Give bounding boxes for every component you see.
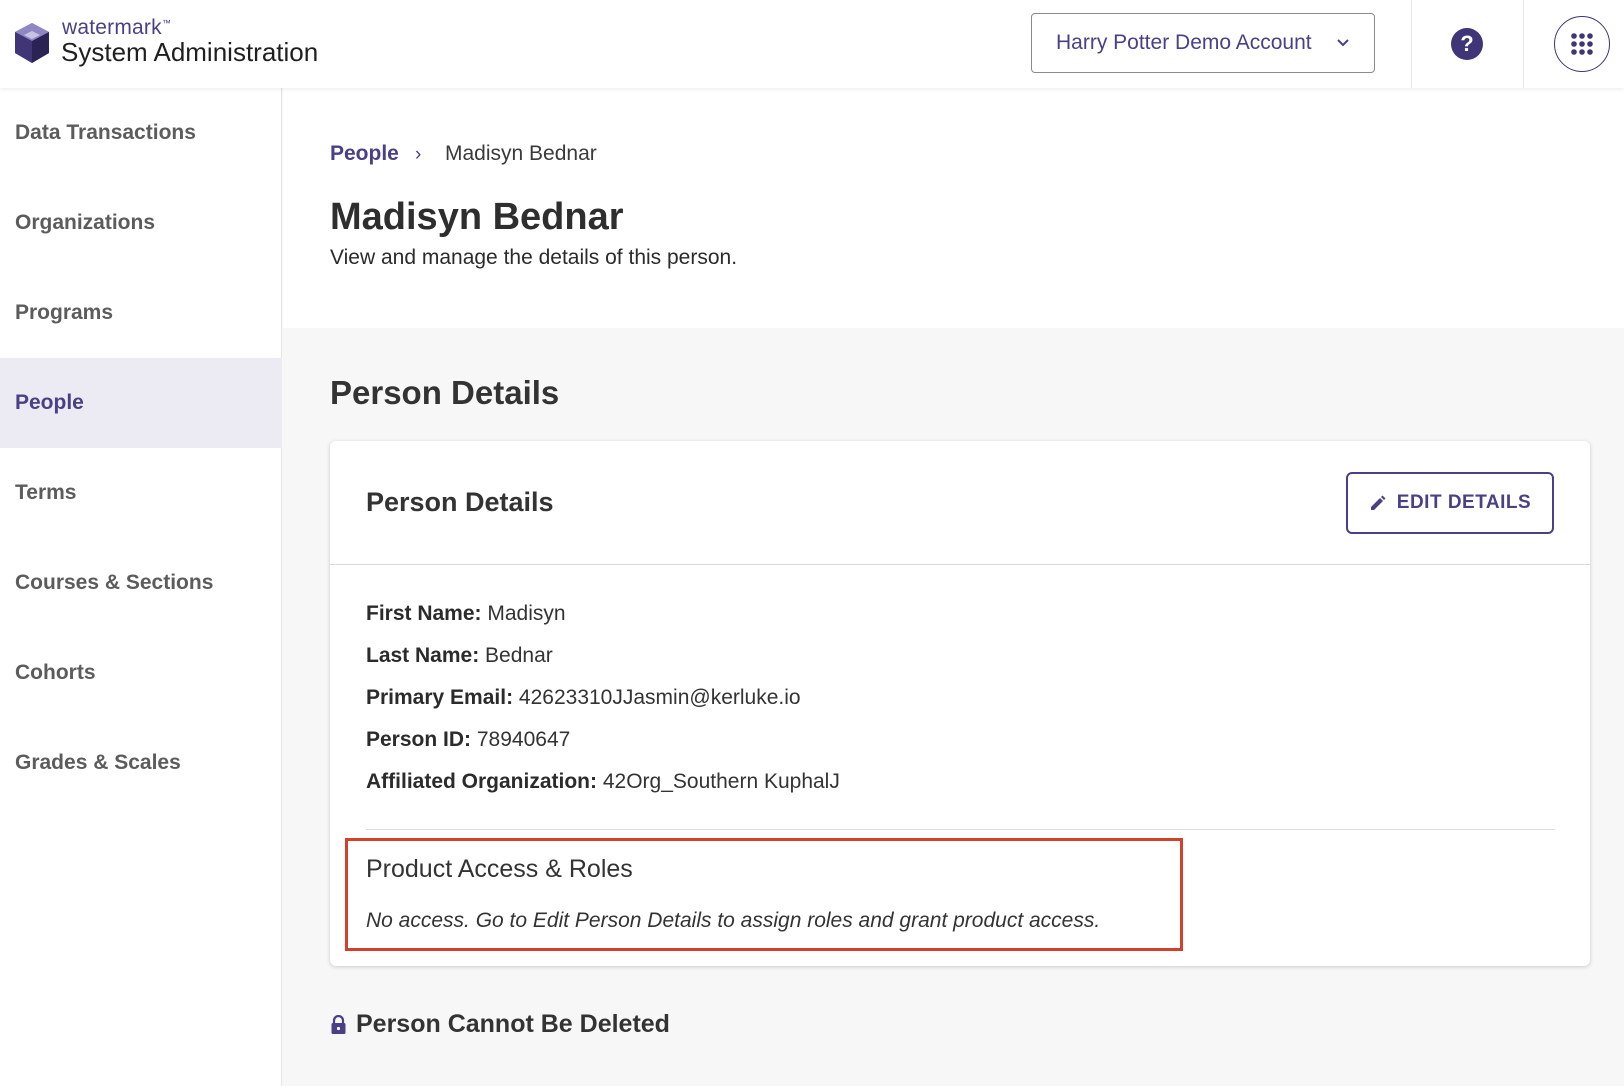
section-heading: Person Details	[330, 374, 560, 411]
page-subtitle: View and manage the details of this pers…	[330, 246, 738, 269]
sidebar-item-cohorts[interactable]: Cohorts	[0, 628, 282, 718]
field-last-name: Last Name: Bednar	[366, 644, 553, 668]
account-selector[interactable]: Harry Potter Demo Account	[1031, 13, 1375, 73]
delete-notice-text: Person Cannot Be Deleted	[356, 1010, 670, 1038]
header-divider	[1411, 0, 1412, 88]
edit-details-button[interactable]: EDIT DETAILS	[1346, 472, 1554, 534]
field-label: Person ID:	[366, 728, 472, 751]
help-icon[interactable]: ?	[1451, 28, 1483, 60]
sidebar-item-data-transactions[interactable]: Data Transactions	[0, 88, 282, 178]
breadcrumb-current: Madisyn Bednar	[445, 142, 597, 165]
header-divider	[1523, 0, 1524, 88]
sidebar-item-people[interactable]: People	[0, 358, 282, 448]
field-affiliated-organization: Affiliated Organization: 42Org_Southern …	[366, 770, 840, 794]
card-divider	[330, 564, 1590, 565]
breadcrumb-separator: ›	[415, 144, 422, 165]
sidebar-item-grades-scales[interactable]: Grades & Scales	[0, 718, 282, 808]
field-label: First Name:	[366, 602, 482, 625]
lock-icon	[331, 1014, 346, 1034]
field-value: 42623310JJasmin@kerluke.io	[518, 686, 801, 709]
sidebar-item-terms[interactable]: Terms	[0, 448, 282, 538]
person-details-card: Person Details EDIT DETAILS First Name: …	[330, 441, 1590, 966]
field-primary-email: Primary Email: 42623310JJasmin@kerluke.i…	[366, 686, 801, 710]
product-access-title: Product Access & Roles	[366, 855, 633, 883]
watermark-logo-icon[interactable]	[11, 21, 53, 65]
page-title: Madisyn Bednar	[330, 196, 624, 238]
field-value: 42Org_Southern KuphalJ	[602, 770, 840, 793]
field-first-name: First Name: Madisyn	[366, 602, 566, 626]
edit-details-label: EDIT DETAILS	[1396, 492, 1532, 513]
field-label: Primary Email:	[366, 686, 514, 709]
account-selector-label: Harry Potter Demo Account	[1056, 31, 1312, 54]
sidebar-item-programs[interactable]: Programs	[0, 268, 282, 358]
sidebar-nav: Data Transactions Organizations Programs…	[0, 88, 282, 1086]
breadcrumb-people-link[interactable]: People	[330, 142, 399, 166]
section-divider	[366, 829, 1555, 830]
delete-notice: Person Cannot Be Deleted	[330, 1010, 670, 1039]
field-value: Madisyn	[487, 602, 566, 625]
card-title: Person Details	[366, 487, 554, 517]
field-value: Bednar	[485, 644, 553, 667]
apps-grid-button[interactable]	[1554, 16, 1610, 72]
pencil-icon	[1370, 495, 1386, 510]
field-label: Last Name:	[366, 644, 480, 667]
sidebar-item-courses-sections[interactable]: Courses & Sections	[0, 538, 282, 628]
apps-grid-icon	[1571, 33, 1593, 55]
sidebar-item-organizations[interactable]: Organizations	[0, 178, 282, 268]
product-access-note: No access. Go to Edit Person Details to …	[366, 909, 1101, 932]
chevron-down-icon	[1337, 39, 1349, 47]
field-value: 78940647	[476, 728, 571, 751]
field-label: Affiliated Organization:	[366, 770, 597, 793]
product-name: System Administration	[61, 37, 319, 67]
top-header: watermark™ System Administration Harry P…	[0, 0, 1624, 88]
field-person-id: Person ID: 78940647	[366, 728, 570, 752]
